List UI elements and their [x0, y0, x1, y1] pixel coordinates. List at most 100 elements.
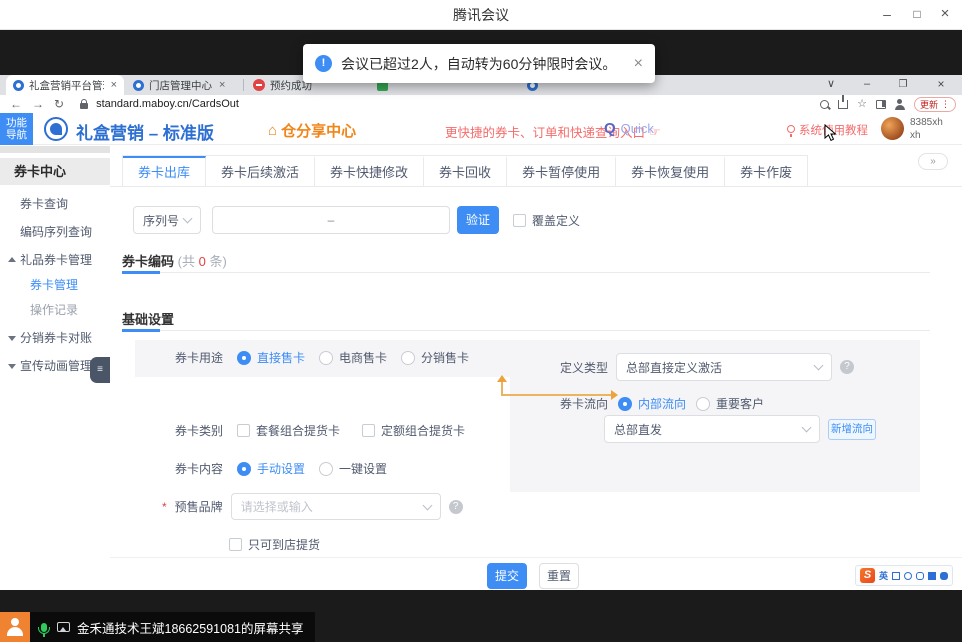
store-only-row: 只可到店提货 [229, 536, 320, 553]
ime-pen-icon[interactable] [892, 572, 900, 580]
radio-one-click-setup[interactable]: 一键设置 [319, 460, 387, 477]
sidebar-item-operation-log[interactable]: 操作记录 [0, 298, 110, 322]
help-icon[interactable]: ? [449, 500, 463, 514]
quick-search[interactable]: Q Quick [604, 120, 654, 137]
tab-search-caret-icon[interactable]: ∨ [818, 75, 844, 95]
reload-icon[interactable]: ↻ [54, 95, 64, 113]
back-icon[interactable]: ← [10, 95, 22, 113]
flow-select[interactable]: 总部直发 [604, 415, 820, 443]
checkbox-store-pickup-only[interactable]: 只可到店提货 [229, 536, 320, 553]
sidebar-collapse-handle[interactable]: ≡ [90, 357, 110, 383]
tab-card-quick-modify[interactable]: 券卡快捷修改 [315, 156, 424, 186]
ime-keyboard-icon[interactable] [916, 572, 924, 580]
browser-tab-1[interactable]: 礼盒营销平台管理中心 × [6, 75, 124, 95]
tab-card-recycle[interactable]: 券卡回收 [424, 156, 507, 186]
section-accent-bar [122, 329, 160, 332]
browser-maximize-button[interactable]: ❐ [890, 75, 916, 95]
tab-card-void[interactable]: 券卡作废 [725, 156, 807, 186]
profile-icon[interactable] [895, 99, 905, 109]
forward-icon[interactable]: → [32, 95, 44, 113]
share-status-text: 金禾通技术王斌18662591081的屏幕共享 [77, 618, 303, 637]
menu-dots-icon[interactable]: ⋮ [941, 99, 950, 110]
checkbox-icon[interactable] [237, 424, 250, 437]
radio-on-icon[interactable] [237, 351, 251, 365]
radio-internal-flow[interactable]: 内部流向 [618, 395, 686, 412]
checkbox-fixed-combo-card[interactable]: 定额组合提货卡 [362, 422, 465, 439]
tabs-more-button[interactable]: » [918, 153, 948, 170]
brand-input[interactable] [241, 500, 424, 514]
browser-close-button[interactable]: × [928, 75, 954, 95]
radio-manual-setup[interactable]: 手动设置 [237, 460, 305, 477]
ime-language-toggle[interactable]: 英 [879, 569, 888, 582]
sidebar-item-card-mgmt[interactable]: 券卡管理 [0, 273, 110, 297]
sogou-logo-icon[interactable]: S [860, 568, 875, 583]
submit-button[interactable]: 提交 [487, 563, 527, 589]
radio-off-icon[interactable] [319, 351, 333, 365]
ime-toolbox-icon[interactable] [940, 572, 948, 580]
share-icon[interactable] [838, 100, 848, 109]
url-text[interactable]: standard.maboy.cn/CardsOut [96, 98, 239, 110]
browser-tab-2[interactable]: 门店管理中心 × [126, 75, 240, 95]
tab-close-icon[interactable]: × [111, 79, 117, 91]
meeting-title: 腾讯会议 [0, 0, 962, 30]
caret-up-icon [8, 257, 16, 262]
browser-minimize-button[interactable]: – [854, 75, 880, 95]
radio-off-icon[interactable] [319, 462, 333, 476]
radio-direct-sale[interactable]: 直接售卡 [237, 349, 305, 366]
option-label: 分销售卡 [421, 349, 469, 366]
tab-card-suspend[interactable]: 券卡暂停使用 [507, 156, 616, 186]
tab-card-outbound[interactable]: 券卡出库 [123, 156, 206, 186]
update-label: 更新 [920, 98, 938, 111]
tab-card-resume[interactable]: 券卡恢复使用 [616, 156, 725, 186]
reset-button[interactable]: 重置 [539, 563, 579, 589]
checkbox-icon[interactable] [229, 538, 242, 551]
tab-card-followup-activate[interactable]: 券卡后续激活 [206, 156, 315, 186]
radio-important-customer[interactable]: 重要客户 [696, 395, 764, 412]
maximize-button[interactable]: □ [902, 0, 932, 30]
help-icon[interactable]: ? [840, 360, 854, 374]
ime-skin-icon[interactable] [928, 572, 936, 580]
verify-button[interactable]: 验证 [457, 206, 499, 234]
radio-off-icon[interactable] [696, 397, 710, 411]
brand-select[interactable] [231, 493, 441, 520]
radio-on-icon[interactable] [237, 462, 251, 476]
sidebar-item-card-query[interactable]: 券卡查询 [0, 192, 110, 216]
bookmark-star-icon[interactable]: ☆ [857, 99, 867, 110]
checkbox-package-combo-card[interactable]: 套餐组合提货卡 [237, 422, 340, 439]
close-button[interactable]: × [930, 0, 960, 30]
share-center-link[interactable]: ⌂ 仓分享中心 [268, 120, 356, 141]
microphone-icon[interactable] [41, 623, 47, 632]
flow-label: 券卡流向 [560, 395, 608, 412]
flow-value: 总部直发 [614, 421, 662, 438]
radio-distribution-sale[interactable]: 分销售卡 [401, 349, 469, 366]
sidebar-group-gift-card-mgmt[interactable]: 礼品券卡管理 [0, 248, 110, 272]
tab-close-icon[interactable]: × [219, 79, 225, 91]
serial-type-select[interactable]: 序列号 [133, 206, 201, 234]
zoom-icon[interactable] [820, 100, 829, 109]
define-type-select[interactable]: 总部直接定义激活 [616, 353, 832, 381]
toast-close-icon[interactable]: × [634, 56, 643, 72]
brand-row: * 预售品牌 ? [162, 493, 463, 520]
minimize-button[interactable]: – [872, 0, 902, 30]
ime-mic-icon[interactable] [904, 572, 912, 580]
add-flow-button[interactable]: 新增流向 [828, 419, 876, 440]
checkbox-icon[interactable] [362, 424, 375, 437]
lightbulb-icon [787, 125, 795, 133]
option-label: 手动设置 [257, 460, 305, 477]
side-panel-icon[interactable] [876, 100, 886, 109]
sidebar-group-distribution-reconcile[interactable]: 分销券卡对账 [0, 326, 110, 350]
override-option[interactable]: 覆盖定义 [513, 212, 580, 229]
define-type-value: 总部直接定义激活 [626, 359, 722, 376]
nav-toggle-button[interactable]: 功能 导航 [0, 113, 33, 145]
update-button[interactable]: 更新 ⋮ [914, 97, 956, 112]
category-row: 券卡类别 套餐组合提货卡 定额组合提货卡 [175, 422, 465, 439]
serial-range-input[interactable]: – [212, 206, 450, 234]
user-avatar[interactable] [881, 117, 904, 140]
lock-icon[interactable] [80, 103, 88, 109]
radio-ecommerce-sale[interactable]: 电商售卡 [319, 349, 387, 366]
radio-off-icon[interactable] [401, 351, 415, 365]
define-type-label: 定义类型 [560, 359, 608, 376]
sidebar-item-code-sequence-query[interactable]: 编码序列查询 [0, 220, 110, 244]
checkbox-icon[interactable] [513, 214, 526, 227]
radio-on-icon[interactable] [618, 397, 632, 411]
